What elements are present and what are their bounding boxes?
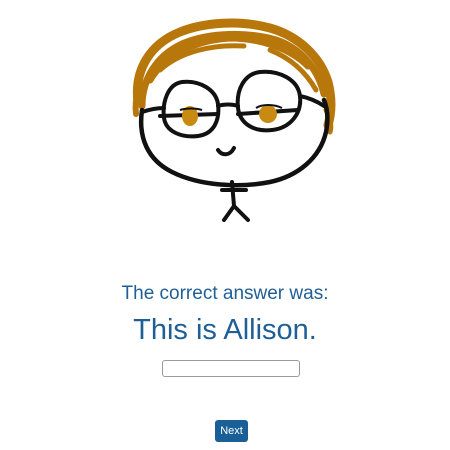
correct-answer: This is Allison.: [133, 314, 317, 346]
stick-body: [220, 180, 250, 222]
quiz-feedback-page: The correct answer was: This is Allison.…: [0, 0, 450, 450]
right-eye: [259, 105, 277, 123]
answer-input[interactable]: [162, 360, 300, 377]
mouth: [216, 146, 236, 157]
face-drawing: [132, 18, 336, 222]
next-button[interactable]: Next: [215, 420, 248, 442]
glasses: [140, 69, 326, 139]
result-prompt: The correct answer was:: [121, 283, 329, 304]
